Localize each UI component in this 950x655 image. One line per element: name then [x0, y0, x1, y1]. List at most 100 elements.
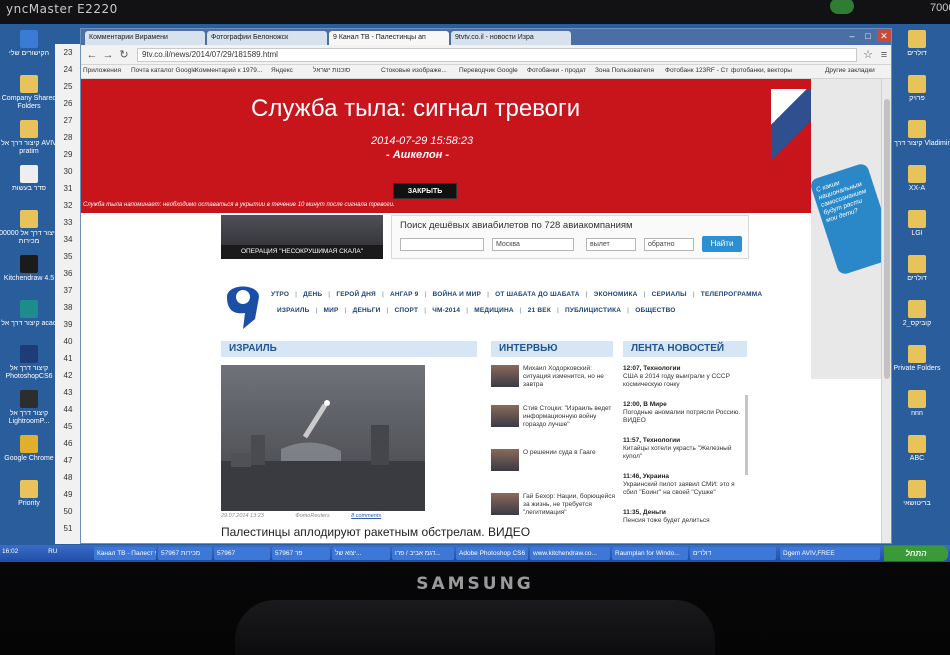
bookmark-item[interactable]: Другие закладки [825, 67, 875, 74]
interview-text[interactable]: О решении суда в Гааге [523, 449, 615, 457]
bookmark-item[interactable]: Приложения [83, 67, 121, 74]
desktop-icon[interactable]: ABC [882, 435, 950, 463]
section-news-feed[interactable]: ЛЕНТА НОВОСТЕЙ [623, 341, 747, 357]
interview-item[interactable]: Михаил Ходорковский: ситуация изменится,… [491, 365, 611, 405]
back-icon[interactable]: ← [85, 48, 99, 62]
depart-date-input[interactable]: вылет [586, 238, 636, 251]
scroll-thumb[interactable] [884, 99, 890, 379]
nav-link[interactable]: ЭКОНОМИКА [594, 291, 638, 298]
interview-item[interactable]: Стив Стоцки: "Израиль ведет информационн… [491, 405, 611, 445]
news-feed-item[interactable]: 11:46, Украина Украинский пилот заявил СМ… [623, 473, 743, 497]
nav-link[interactable]: СПОРТ [395, 307, 419, 314]
nav-link[interactable]: ДЕНЬ [303, 291, 322, 298]
find-flights-button[interactable]: Найти [702, 236, 742, 252]
desktop-icon[interactable]: nnn [882, 390, 950, 418]
nav-link[interactable]: МЕДИЦИНА [474, 307, 513, 314]
interview-item[interactable]: О решении суда в Гааге [491, 449, 611, 489]
nav-link[interactable]: МИР [324, 307, 339, 314]
bookmark-item[interactable]: Комментарий к 1979... [195, 67, 262, 74]
nav-link[interactable]: ДЕНЬГИ [353, 307, 381, 314]
desktop-icon[interactable]: פרויק [882, 75, 950, 103]
bookmark-item[interactable]: фотобанки, векторы [731, 67, 792, 74]
nav-link[interactable]: ВОЙНА И МИР [433, 291, 482, 298]
news-feed-text[interactable]: Китайцы хотели украсть "Железный купол" [623, 445, 731, 460]
nav-link[interactable]: АНГАР 9 [390, 291, 419, 298]
return-date-input[interactable]: обратно [644, 238, 694, 251]
taskbar-button[interactable]: Raumplan for Windo... [612, 547, 688, 560]
section-israel[interactable]: ИЗРАИЛЬ [221, 341, 477, 357]
channel9-logo-icon[interactable] [221, 279, 265, 331]
bookmark-item[interactable]: Фотобанк 123RF - Ст [665, 67, 728, 74]
url-input[interactable]: 9tv.co.il/news/2014/07/29/181589.html [137, 48, 857, 62]
interview-text[interactable]: Гай Бехор: Нации, борющейся за жизнь, не… [523, 493, 615, 517]
browser-tab[interactable]: Комментарии Вирамени [85, 31, 205, 45]
taskbar-button[interactable]: דולרים [690, 547, 776, 560]
news-feed-text[interactable]: США в 2014 году выиграли у СССР космичес… [623, 373, 730, 388]
flight-from-input[interactable] [400, 238, 484, 251]
bookmark-item[interactable]: סוכנות ישראל [313, 67, 350, 74]
desktop-icon[interactable]: קוביקס_2 [882, 300, 950, 328]
taskbar-button[interactable]: Dgem AVIV,FREE [780, 547, 880, 560]
news-feed-item[interactable]: 11:35, Деньги Пенсия тоже будет делиться [623, 509, 743, 525]
taskbar-button[interactable]: 57967 מכירות [158, 547, 212, 560]
browser-tab[interactable]: 9tvtv.co.il - новости Изра [451, 31, 571, 45]
bookmark-item[interactable]: Переводчик Google [459, 67, 518, 74]
interview-text[interactable]: Михаил Ходорковский: ситуация изменится,… [523, 365, 615, 389]
news-feed-text[interactable]: Пенсия тоже будет делиться [623, 517, 710, 524]
nav-link[interactable]: ОБЩЕСТВО [635, 307, 675, 314]
bookmark-item[interactable]: Зона Пользователя [595, 67, 654, 74]
nav-link[interactable]: ИЗРАИЛЬ [277, 307, 310, 314]
main-story-photo[interactable] [221, 365, 425, 511]
nav-link[interactable]: ЧМ-2014 [432, 307, 460, 314]
taskbar-button[interactable]: דגמ אביב / פרו... [392, 547, 454, 560]
desktop-icon[interactable]: XX-A [882, 165, 950, 193]
desktop-icon[interactable]: Private Folders [882, 345, 950, 373]
nav-link[interactable]: 21 ВЕК [528, 307, 551, 314]
desktop-icon[interactable]: דולרים [882, 30, 950, 58]
interview-text[interactable]: Стив Стоцки: "Израиль ведет информационн… [523, 405, 615, 429]
alert-close-button[interactable]: ЗАКРЫТЬ [393, 183, 457, 199]
flight-to-input[interactable]: Москва [492, 238, 574, 251]
start-button[interactable]: התחל [884, 546, 948, 561]
comments-link[interactable]: 8 comments [351, 513, 381, 519]
news-feed-text[interactable]: Украинский пилот заявил СМИ: это я сбил … [623, 481, 735, 496]
desktop-icon[interactable]: LGI [882, 210, 950, 238]
news-feed-item[interactable]: 12:00, В Мире Погодные аномалии потрясли … [623, 401, 743, 425]
interview-item[interactable]: Гай Бехор: Нации, борющейся за жизнь, не… [491, 493, 615, 533]
forward-icon[interactable]: → [101, 48, 115, 62]
feed-scrollbar[interactable] [745, 395, 748, 475]
star-icon[interactable]: ☆ [861, 48, 875, 62]
news-feed-item[interactable]: 12:07, Технологии США в 2014 году выиграл… [623, 365, 743, 389]
maximize-icon[interactable]: □ [861, 30, 875, 42]
menu-icon[interactable]: ≡ [877, 48, 891, 62]
taskbar-button[interactable]: 57967 [214, 547, 270, 560]
language-indicator[interactable]: RU [48, 548, 57, 555]
desktop-icon[interactable]: דולרים [882, 255, 950, 283]
operation-banner[interactable]: ОПЕРАЦИЯ "НЕСОКРУШИМАЯ СКАЛА" [221, 215, 383, 259]
page-scrollbar[interactable] [881, 79, 891, 543]
taskbar-button[interactable]: www.kitchendraw.co... [530, 547, 610, 560]
bookmark-item[interactable]: Стоковые изображе... [381, 67, 447, 74]
bookmark-item[interactable]: Яндекс [271, 67, 293, 74]
nav-link[interactable]: СЕРИАЛЫ [652, 291, 687, 298]
news-feed-text[interactable]: Погодные аномалии потрясли Россию. ВИДЕО [623, 409, 740, 424]
nav-link[interactable]: ГЕРОЙ ДНЯ [336, 291, 376, 298]
desktop-icon[interactable]: קיצור דרך אל Vladimir [882, 120, 950, 148]
news-feed-item[interactable]: 11:57, Технологии Китайцы хотели украсть … [623, 437, 743, 461]
taskbar-button[interactable]: יצוא של... [332, 547, 390, 560]
nav-link[interactable]: ПУБЛИЦИСТИКА [565, 307, 621, 314]
taskbar-button[interactable]: 57967 פר [272, 547, 330, 560]
taskbar-button[interactable]: Канал ТВ - Палест 9... [94, 547, 156, 560]
taskbar-button[interactable]: Adobe Photoshop CS6 [456, 547, 528, 560]
minimize-icon[interactable]: – [845, 30, 859, 42]
reload-icon[interactable]: ↻ [117, 48, 131, 62]
bookmark-item[interactable]: Почта каталог Google [131, 67, 196, 74]
browser-tab-active[interactable]: 9 Канал ТВ - Палестинцы ап [329, 31, 449, 45]
main-headline[interactable]: Палестинцы аплодируют ракетным обстрелам… [221, 525, 530, 539]
browser-tab[interactable]: Фотографии Белоножск [207, 31, 327, 45]
desktop-icon[interactable]: בריטושאי [882, 480, 950, 508]
nav-link[interactable]: ОТ ШАБАТА ДО ШАБАТА [495, 291, 579, 298]
close-window-icon[interactable]: ✕ [877, 30, 891, 42]
bookmark-item[interactable]: Фотобанки - продат [527, 67, 586, 74]
nav-link[interactable]: УТРО [271, 291, 289, 298]
